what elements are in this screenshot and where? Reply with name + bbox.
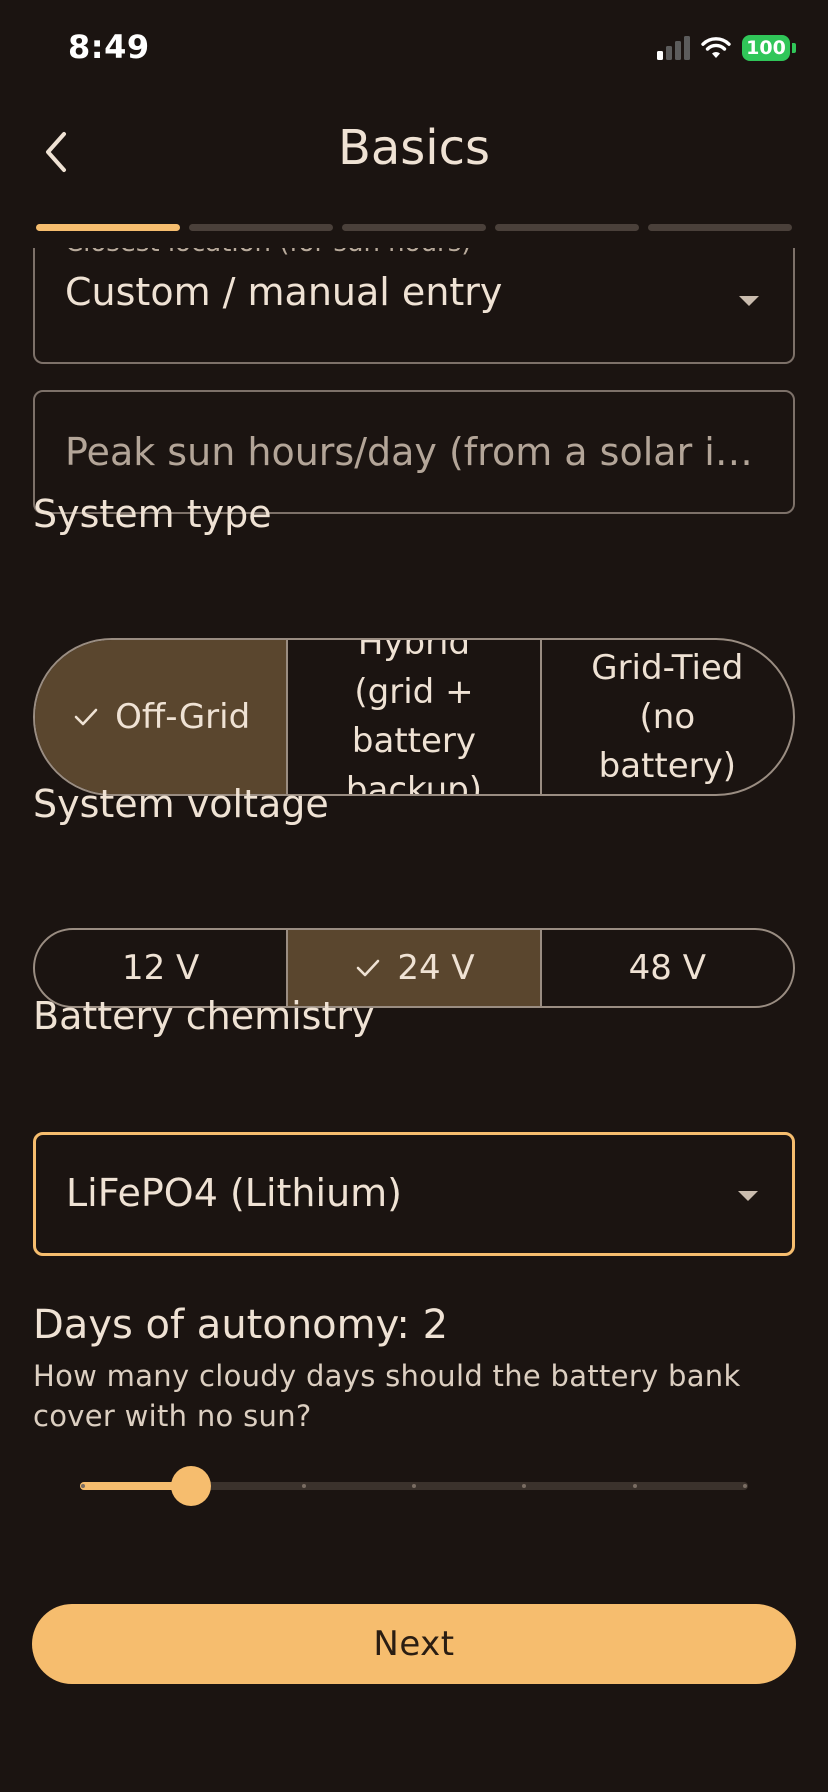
- autonomy-help-text: How many cloudy days should the battery …: [33, 1359, 741, 1433]
- system-type-option[interactable]: Off-Grid: [35, 640, 287, 794]
- battery-level: 100: [742, 35, 790, 61]
- slider-tick: [301, 1484, 306, 1488]
- cellular-signal-icon: [657, 36, 690, 60]
- system-type-option-label: Off-Grid: [115, 696, 251, 737]
- battery-chemistry-dropdown[interactable]: LiFePO4 (Lithium): [33, 1132, 795, 1256]
- step-progress: [36, 224, 792, 231]
- system-type-option-label: Hybrid (grid + battery backup): [345, 638, 483, 796]
- location-label: Closest location (for sun hours): [65, 248, 471, 258]
- screen: 8:49 100 Basics Closest location (for su…: [0, 0, 828, 1792]
- slider-tick: [632, 1484, 637, 1488]
- system-type-option[interactable]: Hybrid (grid + battery backup): [286, 640, 539, 794]
- progress-step: [342, 224, 486, 231]
- next-button[interactable]: Next: [32, 1604, 796, 1684]
- slider-thumb[interactable]: [171, 1466, 212, 1506]
- slider-tick: [743, 1484, 747, 1488]
- battery-chemistry-value: LiFePO4 (Lithium): [66, 1171, 402, 1215]
- wifi-icon: [701, 37, 731, 58]
- form-content[interactable]: Closest location (for sun hours) Custom …: [0, 248, 828, 1792]
- progress-step: [36, 224, 180, 231]
- system-voltage-label: System voltage: [33, 782, 329, 826]
- status-icons: 100: [657, 34, 796, 62]
- system-type-option-label: Grid-Tied (no battery): [591, 647, 744, 786]
- voltage-option-label: 24 V: [397, 947, 475, 988]
- dropdown-arrow-icon: [739, 296, 759, 306]
- slider-tick: [81, 1484, 85, 1488]
- check-icon: [74, 708, 98, 726]
- system-type-label: System type: [33, 492, 272, 536]
- progress-step: [495, 224, 639, 231]
- slider-tick: [412, 1484, 416, 1488]
- voltage-option-label: 12 V: [121, 947, 200, 988]
- voltage-option-label: 48 V: [628, 947, 706, 988]
- check-icon: [357, 959, 380, 977]
- battery-chemistry-label: Battery chemistry: [33, 994, 375, 1038]
- page-title: Basics: [337, 120, 491, 176]
- status-time: 8:49: [68, 28, 150, 66]
- autonomy-label: Days of autonomy: 2: [33, 1302, 449, 1348]
- location-dropdown[interactable]: Closest location (for sun hours) Custom …: [33, 248, 795, 364]
- battery-icon: 100: [742, 35, 796, 61]
- system-type-option[interactable]: Grid-Tied (no battery): [539, 640, 793, 794]
- progress-step: [648, 224, 792, 231]
- system-type-selector[interactable]: Off-Grid Hybrid (grid + battery backup) Gr…: [33, 638, 795, 796]
- dropdown-arrow-icon: [738, 1191, 758, 1201]
- progress-step: [189, 224, 333, 231]
- voltage-option[interactable]: 48 V: [539, 930, 793, 1006]
- autonomy-slider[interactable]: [80, 1462, 748, 1508]
- location-value: Custom / manual entry: [65, 270, 503, 314]
